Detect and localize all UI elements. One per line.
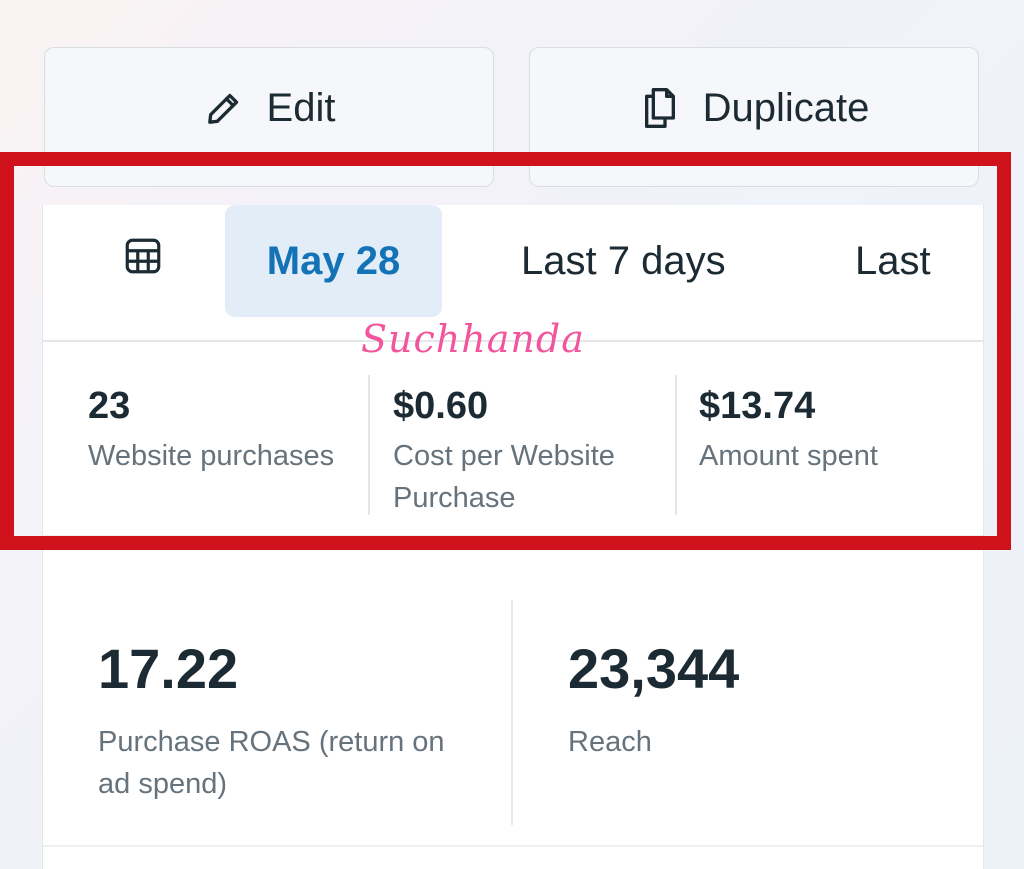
tab-calendar[interactable] (103, 205, 183, 317)
copy-icon (639, 84, 681, 132)
section-divider (43, 535, 983, 537)
watermark-text: Suchhanda (361, 317, 585, 361)
metric-reach[interactable]: 23,344 Reach (568, 637, 928, 763)
metric-divider (368, 375, 370, 515)
tab-last[interactable]: Last (855, 205, 931, 317)
metric-cost-per-purchase[interactable]: $0.60 Cost per Website Purchase (393, 383, 663, 519)
metric-value: 23 (88, 385, 131, 427)
edit-button[interactable]: Edit (44, 47, 494, 187)
duplicate-button[interactable]: Duplicate (529, 47, 979, 187)
calendar-grid-icon (122, 235, 164, 287)
ad-stats-card: May 28 Last 7 days Last Suchhanda 23 Web… (42, 205, 984, 869)
metric-purchase-roas[interactable]: 17.22 Purchase ROAS (return on ad spend) (98, 637, 478, 805)
metric-label: Purchase ROAS (return on ad spend) (98, 726, 445, 800)
metric-divider (511, 600, 513, 825)
edit-button-label: Edit (266, 86, 336, 130)
metric-label: Reach (568, 726, 652, 758)
section-divider (43, 845, 983, 847)
metric-amount-spent[interactable]: $13.74 Amount spent (699, 383, 878, 477)
tab-last-7-days[interactable]: Last 7 days (521, 205, 726, 317)
duplicate-button-label: Duplicate (702, 86, 870, 130)
metric-label: Website purchases (88, 440, 335, 472)
pencil-icon (203, 84, 245, 132)
metric-value: 23,344 (568, 637, 740, 700)
metric-value: $0.60 (393, 385, 489, 427)
metric-label: Amount spent (699, 440, 878, 472)
metric-website-purchases[interactable]: 23 Website purchases (88, 383, 334, 477)
tab-may-28[interactable]: May 28 (225, 205, 442, 317)
metric-value: $13.74 (699, 385, 816, 427)
metric-divider (675, 375, 677, 515)
metric-value: 17.22 (98, 637, 239, 700)
metric-label: Cost per Website Purchase (393, 440, 615, 514)
